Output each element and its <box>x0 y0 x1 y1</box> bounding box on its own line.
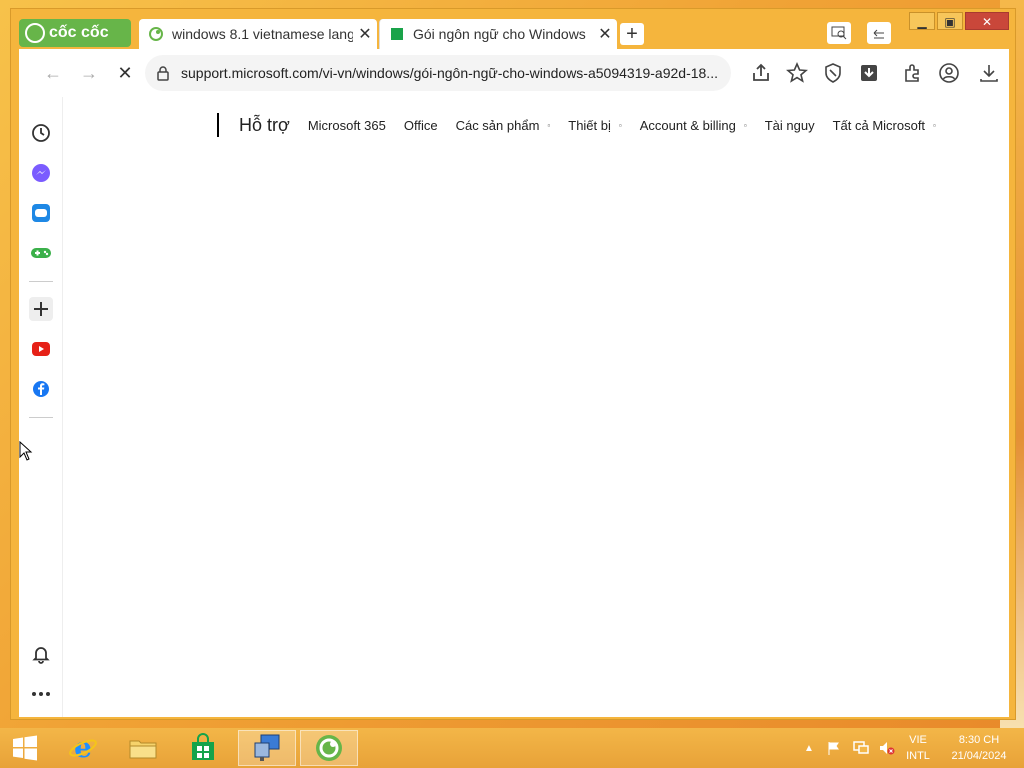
title-bar: cốc cốc windows 8.1 vietnamese langu ✕ G… <box>11 9 1015 51</box>
nav-label: Tất cả Microsoft <box>832 117 926 133</box>
new-tab-button[interactable]: + <box>620 23 644 45</box>
sidebar-divider <box>29 281 53 282</box>
add-shortcut-icon[interactable] <box>29 297 53 321</box>
tab-label: Gói ngôn ngữ cho Windows <box>413 26 586 42</box>
store-icon[interactable] <box>174 730 232 766</box>
nav-label: Thiết bị <box>568 117 611 133</box>
coccoc-logo-icon <box>25 23 45 43</box>
browser-toolbar: ← → ✕ support.microsoft.com/vi-vn/window… <box>19 49 1009 97</box>
support-title[interactable]: Hỗ trợ <box>239 115 290 136</box>
chevron-down-icon: ▫ <box>743 120 747 130</box>
stop-loading-icon[interactable]: ✕ <box>113 61 137 85</box>
browser-sidebar <box>19 97 63 717</box>
adblock-shield-icon[interactable] <box>821 61 845 85</box>
tab-language-pack[interactable]: Gói ngôn ngữ cho Windows ✕ <box>379 19 617 49</box>
url-text: support.microsoft.com/vi-vn/windows/gói-… <box>181 65 718 81</box>
back-tab-icon[interactable] <box>867 22 891 44</box>
language-code: VIE <box>909 734 927 746</box>
search-tabs-icon[interactable] <box>827 22 851 44</box>
bookmark-star-icon[interactable] <box>785 61 809 85</box>
coccoc-menu-button[interactable]: cốc cốc <box>19 19 131 47</box>
start-button[interactable] <box>0 730 50 766</box>
notification-bell-icon[interactable] <box>29 642 53 666</box>
page-favicon-icon <box>391 28 403 40</box>
internet-explorer-icon[interactable]: e <box>54 730 112 766</box>
tab-close-icon[interactable]: ✕ <box>353 24 377 44</box>
profile-icon[interactable] <box>937 61 961 85</box>
system-clock[interactable]: 8:30 CH 21/04/2024 <box>940 732 1018 764</box>
chevron-down-icon: ▫ <box>618 120 622 130</box>
nav-separator <box>217 113 219 137</box>
support-nav: Hỗ trợ Microsoft 365 Office Các sản phẩm… <box>217 113 936 137</box>
nav-label: Office <box>403 117 438 133</box>
coccoc-favicon-icon <box>149 27 163 41</box>
action-center-flag-icon[interactable] <box>826 740 842 756</box>
minimize-button[interactable]: ▁ <box>909 12 935 30</box>
forward-arrow-icon[interactable]: → <box>77 61 101 85</box>
page-viewport: Hỗ trợ Microsoft 365 Office Các sản phẩm… <box>19 97 1009 717</box>
input-language-indicator[interactable]: VIE INTL <box>898 732 938 764</box>
clock-date: 21/04/2024 <box>951 750 1007 762</box>
coccoc-taskbar-icon[interactable] <box>300 730 358 766</box>
nav-label: Các sản phẩm <box>455 117 540 133</box>
brand-name: cốc cốc <box>49 24 109 41</box>
share-icon[interactable] <box>749 61 773 85</box>
file-explorer-icon[interactable] <box>114 730 172 766</box>
chevron-down-icon: ▫ <box>933 120 936 130</box>
tab-label: windows 8.1 vietnamese langu <box>172 26 353 42</box>
nav-products[interactable]: Các sản phẩm ▫ <box>456 118 551 133</box>
sidebar-divider <box>29 417 53 418</box>
chevron-down-icon: ▫ <box>547 120 551 130</box>
keyboard-layout: INTL <box>906 750 930 762</box>
volume-muted-icon[interactable] <box>878 740 896 756</box>
maximize-button[interactable]: ▣ <box>937 12 963 30</box>
youtube-icon[interactable] <box>29 337 53 361</box>
remote-desktop-icon[interactable] <box>238 730 296 766</box>
nav-microsoft-365[interactable]: Microsoft 365 <box>308 118 386 133</box>
nav-account-billing[interactable]: Account & billing ▫ <box>640 118 747 133</box>
show-hidden-icons-icon[interactable]: ▲ <box>804 743 814 754</box>
mouse-pointer-icon <box>19 441 33 461</box>
network-icon[interactable] <box>852 740 870 756</box>
zalo-icon[interactable] <box>29 201 53 225</box>
nav-office[interactable]: Office <box>404 118 438 133</box>
nav-devices[interactable]: Thiết bị ▫ <box>568 118 621 133</box>
back-arrow-icon[interactable]: ← <box>41 61 65 85</box>
address-bar[interactable]: support.microsoft.com/vi-vn/windows/gói-… <box>145 55 731 91</box>
nav-label: Tài nguy <box>764 117 815 133</box>
tab-windows-search[interactable]: windows 8.1 vietnamese langu ✕ <box>139 19 377 49</box>
tab-close-icon[interactable]: ✕ <box>593 24 617 44</box>
nav-resources[interactable]: Tài nguy <box>765 118 815 133</box>
downloads-icon[interactable] <box>977 61 1001 85</box>
lock-icon <box>157 66 169 81</box>
nav-label: Account & billing <box>639 117 736 133</box>
more-options-icon[interactable] <box>29 682 53 706</box>
history-icon[interactable] <box>29 121 53 145</box>
facebook-icon[interactable] <box>29 377 53 401</box>
system-tray: ▲ <box>804 728 896 768</box>
windows-logo-icon <box>13 735 37 761</box>
extensions-icon[interactable] <box>901 61 925 85</box>
page-content: Hỗ trợ Microsoft 365 Office Các sản phẩm… <box>63 97 1009 717</box>
browser-window: cốc cốc windows 8.1 vietnamese langu ✕ G… <box>10 8 1016 720</box>
savior-download-icon[interactable] <box>857 61 881 85</box>
close-button[interactable]: ✕ <box>965 12 1009 30</box>
messenger-icon[interactable] <box>29 161 53 185</box>
clock-time: 8:30 CH <box>958 734 1000 746</box>
taskbar: e ▲ VIE INTL 8:30 CH 21/04/2024 <box>0 728 1024 768</box>
nav-label: Microsoft 365 <box>307 117 386 133</box>
game-controller-icon[interactable] <box>29 241 53 265</box>
svg-text:e: e <box>74 733 92 763</box>
nav-all-microsoft[interactable]: Tất cả Microsoft ▫ <box>833 118 936 133</box>
